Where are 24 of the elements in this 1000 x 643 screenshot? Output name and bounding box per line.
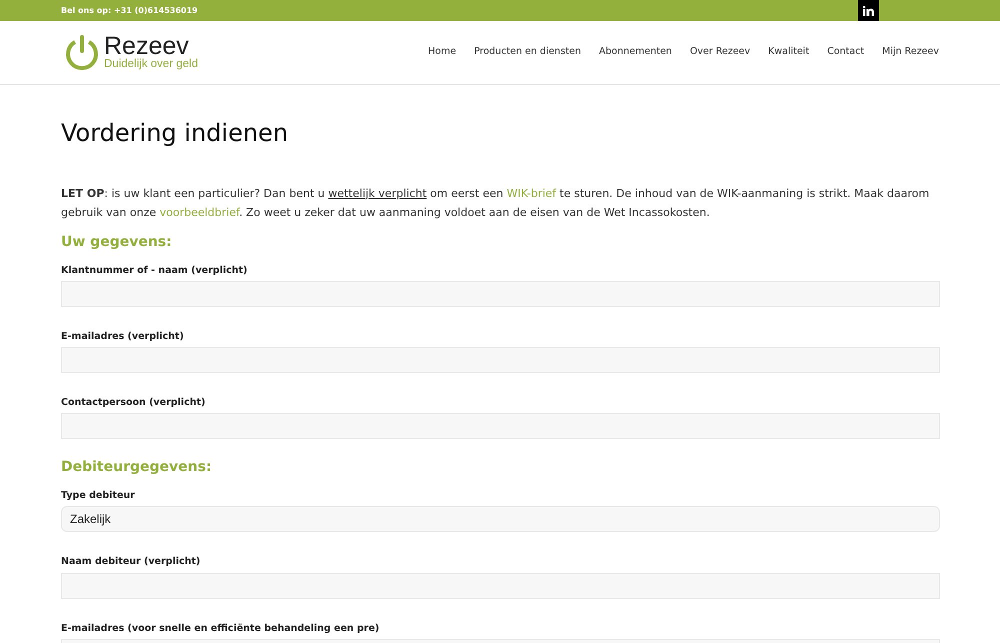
field-label: E-mailadres (verplicht): [61, 330, 184, 344]
logo-name: Rezeev: [104, 34, 189, 60]
nav-link[interactable]: Mijn Rezeev: [882, 45, 939, 60]
field-label: Contactpersoon (verplicht): [61, 396, 206, 410]
page-title: Vordering indienen: [61, 119, 290, 148]
phone-number: Bel ons op: +31 (0)614536019: [61, 4, 198, 16]
section-heading: Debiteurgegevens:: [61, 459, 213, 476]
section-heading: Uw gegevens:: [61, 234, 173, 251]
select-field[interactable]: Zakelijk: [61, 506, 940, 532]
field-label: Klantnummer of - naam (verplicht): [61, 264, 248, 278]
nav-link[interactable]: Producten en diensten: [474, 45, 581, 60]
nav-link[interactable]: Over Rezeev: [690, 45, 750, 60]
field-label: Naam debiteur (verplicht): [61, 555, 200, 570]
field-label: E-mailadres (voor snelle en efficiënte behandeling een pre): [61, 622, 380, 636]
logo-tagline: Duidelijk over geld: [104, 59, 198, 71]
intro-paragraph: LET OP: is uw klant een particulier? Dan bent u wettelijk verplicht om eerst een WIK-brief te sturen. De inhoud van de WIK-aanmaning is strikt. Maak daarom gebruik van onze voorbeeldbrief. Zo weet u zeker dat uw aanmaning voldoet aan de eisen van de Wet Incassokosten.: [61, 186, 930, 221]
nav-link[interactable]: Kwaliteit: [768, 45, 810, 60]
nav-link[interactable]: Home: [428, 45, 456, 60]
nav-link[interactable]: Contact: [827, 45, 864, 60]
nav-link[interactable]: Abonnementen: [599, 45, 672, 60]
linkedin-icon[interactable]: [858, 0, 879, 21]
text-link[interactable]: wettelijk verplicht: [328, 186, 427, 200]
field-label: Type debiteur: [61, 489, 135, 504]
power-logo-icon: [64, 34, 100, 72]
